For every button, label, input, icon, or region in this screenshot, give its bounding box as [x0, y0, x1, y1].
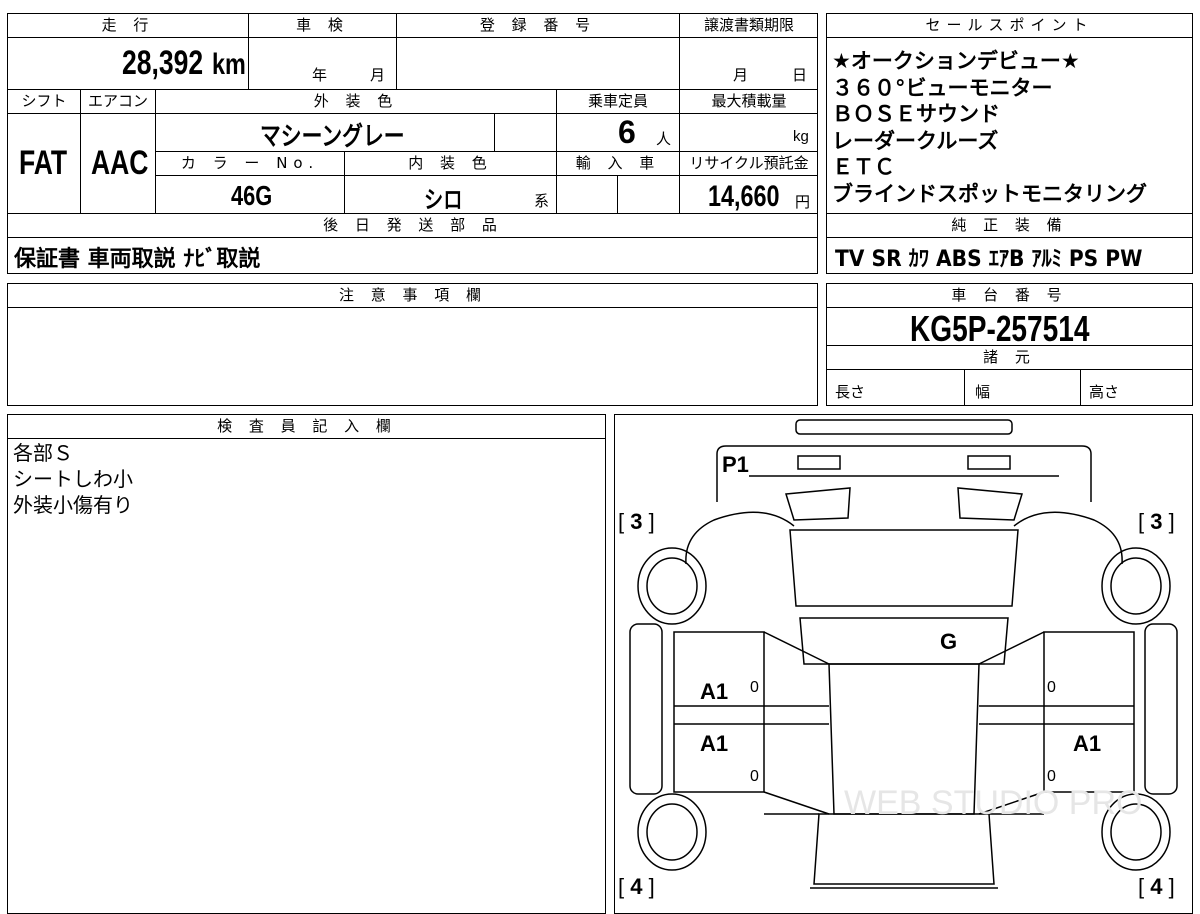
sales-point-item: ブラインドスポットモニタリング [832, 181, 1147, 206]
car-diagram: WEB STUDIO PRO [629, 419, 1178, 889]
interior-color-value: シロ [424, 186, 463, 214]
zero-mark: 0 [1047, 679, 1056, 696]
sales-point-item: ＥＴＣ [832, 155, 895, 179]
recycle-value: 14,660 [708, 180, 780, 213]
damage-mark-a1-rear-left: A1 [700, 731, 729, 756]
damage-mark-p1: P1 [722, 452, 749, 477]
panel-count-rear-right: [ 4 ] [1138, 874, 1175, 899]
aircon-value: AAC [91, 144, 149, 182]
transfer-month: 月 [733, 66, 749, 84]
interior-suffix: 系 [534, 192, 550, 210]
panel-count-value: 4 [1150, 874, 1163, 899]
panel-count-rear-left: [ 4 ] [618, 874, 655, 899]
damage-mark-a1-front-left: A1 [700, 679, 729, 704]
zero-mark: 0 [750, 768, 759, 785]
color-no-value: 46G [231, 180, 273, 211]
mileage-value: 28,392 [122, 44, 204, 82]
aircon-label: エアコン [82, 90, 154, 112]
shaken-year: 年 [312, 66, 328, 84]
shift-label: シフト [9, 90, 79, 112]
panel-count-value: 3 [630, 509, 643, 534]
damage-mark-a1-rear-right: A1 [1073, 731, 1102, 756]
sales-point-label: セールスポイント [828, 14, 1191, 36]
inspector-note: シートしわ小 [13, 467, 133, 491]
equipment-value: TV SR ｶﾜ ABS ｴｱB ｱﾙﾐ PS PW [835, 247, 1143, 272]
mileage-unit: km [212, 48, 246, 81]
exterior-color-label: 外 装 色 [157, 90, 555, 112]
equipment-label: 純 正 装 備 [828, 214, 1191, 236]
damage-mark-g: G [940, 629, 958, 654]
shaken-month: 月 [370, 66, 386, 84]
later-parts-label: 後 日 発 送 部 品 [9, 214, 817, 236]
load-unit: kg [793, 128, 809, 145]
inspector-notes: 各部Ｓ シートしわ小 外装小傷有り [13, 440, 133, 518]
sales-point-item: ３６０°ビューモニター [832, 75, 1053, 100]
inspector-note: 外装小傷有り [13, 493, 133, 517]
sales-point-item: ＢＯＳＥサウンド [832, 102, 1000, 126]
registration-label: 登 録 番 号 [398, 14, 678, 36]
zero-mark: 0 [750, 679, 759, 696]
zero-mark: 0 [1047, 768, 1056, 785]
later-parts-value: 保証書 車両取説 ﾅﾋﾞ取説 [14, 247, 261, 272]
spec-height-label: 高さ [1089, 383, 1120, 401]
mileage-label: 走 行 [9, 14, 247, 36]
spec-length-label: 長さ [835, 383, 866, 401]
shaken-label: 車 検 [250, 14, 395, 36]
sales-point-list: ★オークションデビュー★ ３６０°ビューモニター ＢＯＳＥサウンド レーダークル… [832, 48, 1147, 207]
specs-label: 諸 元 [828, 346, 1191, 368]
panel-count-front-left: [ 3 ] [618, 509, 655, 534]
notice-label: 注 意 事 項 欄 [9, 284, 817, 306]
recycle-label: リサイクル預託金 [681, 152, 817, 174]
panel-count-front-right: [ 3 ] [1138, 509, 1175, 534]
capacity-unit: 人 [656, 130, 672, 148]
shift-value: FAT [19, 144, 68, 182]
inspector-note: 各部Ｓ [13, 441, 73, 465]
panel-count-value: 4 [630, 874, 643, 899]
capacity-value: 6 [618, 114, 636, 150]
max-load-label: 最大積載量 [681, 90, 817, 112]
spec-width-label: 幅 [975, 383, 991, 401]
panel-count-value: 3 [1150, 509, 1163, 534]
watermark-text: WEB STUDIO PRO [844, 784, 1142, 822]
capacity-label: 乗車定員 [558, 90, 678, 112]
import-label: 輸 入 車 [558, 152, 678, 174]
chassis-number: KG5P-257514 [910, 308, 1090, 349]
interior-color-label: 内 装 色 [346, 152, 555, 174]
recycle-unit: 円 [795, 193, 811, 211]
transfer-day: 日 [792, 66, 808, 84]
sales-point-item: レーダークルーズ [832, 128, 999, 153]
transfer-deadline-label: 譲渡書類期限 [681, 14, 817, 36]
color-no-label: カ ラ ー No. [157, 152, 343, 174]
sales-point-item: ★オークションデビュー★ [832, 49, 1080, 73]
exterior-color-value: マシーングレー [260, 122, 405, 152]
inspector-label: 検 査 員 記 入 欄 [9, 415, 605, 437]
chassis-label: 車 台 番 号 [828, 284, 1191, 306]
